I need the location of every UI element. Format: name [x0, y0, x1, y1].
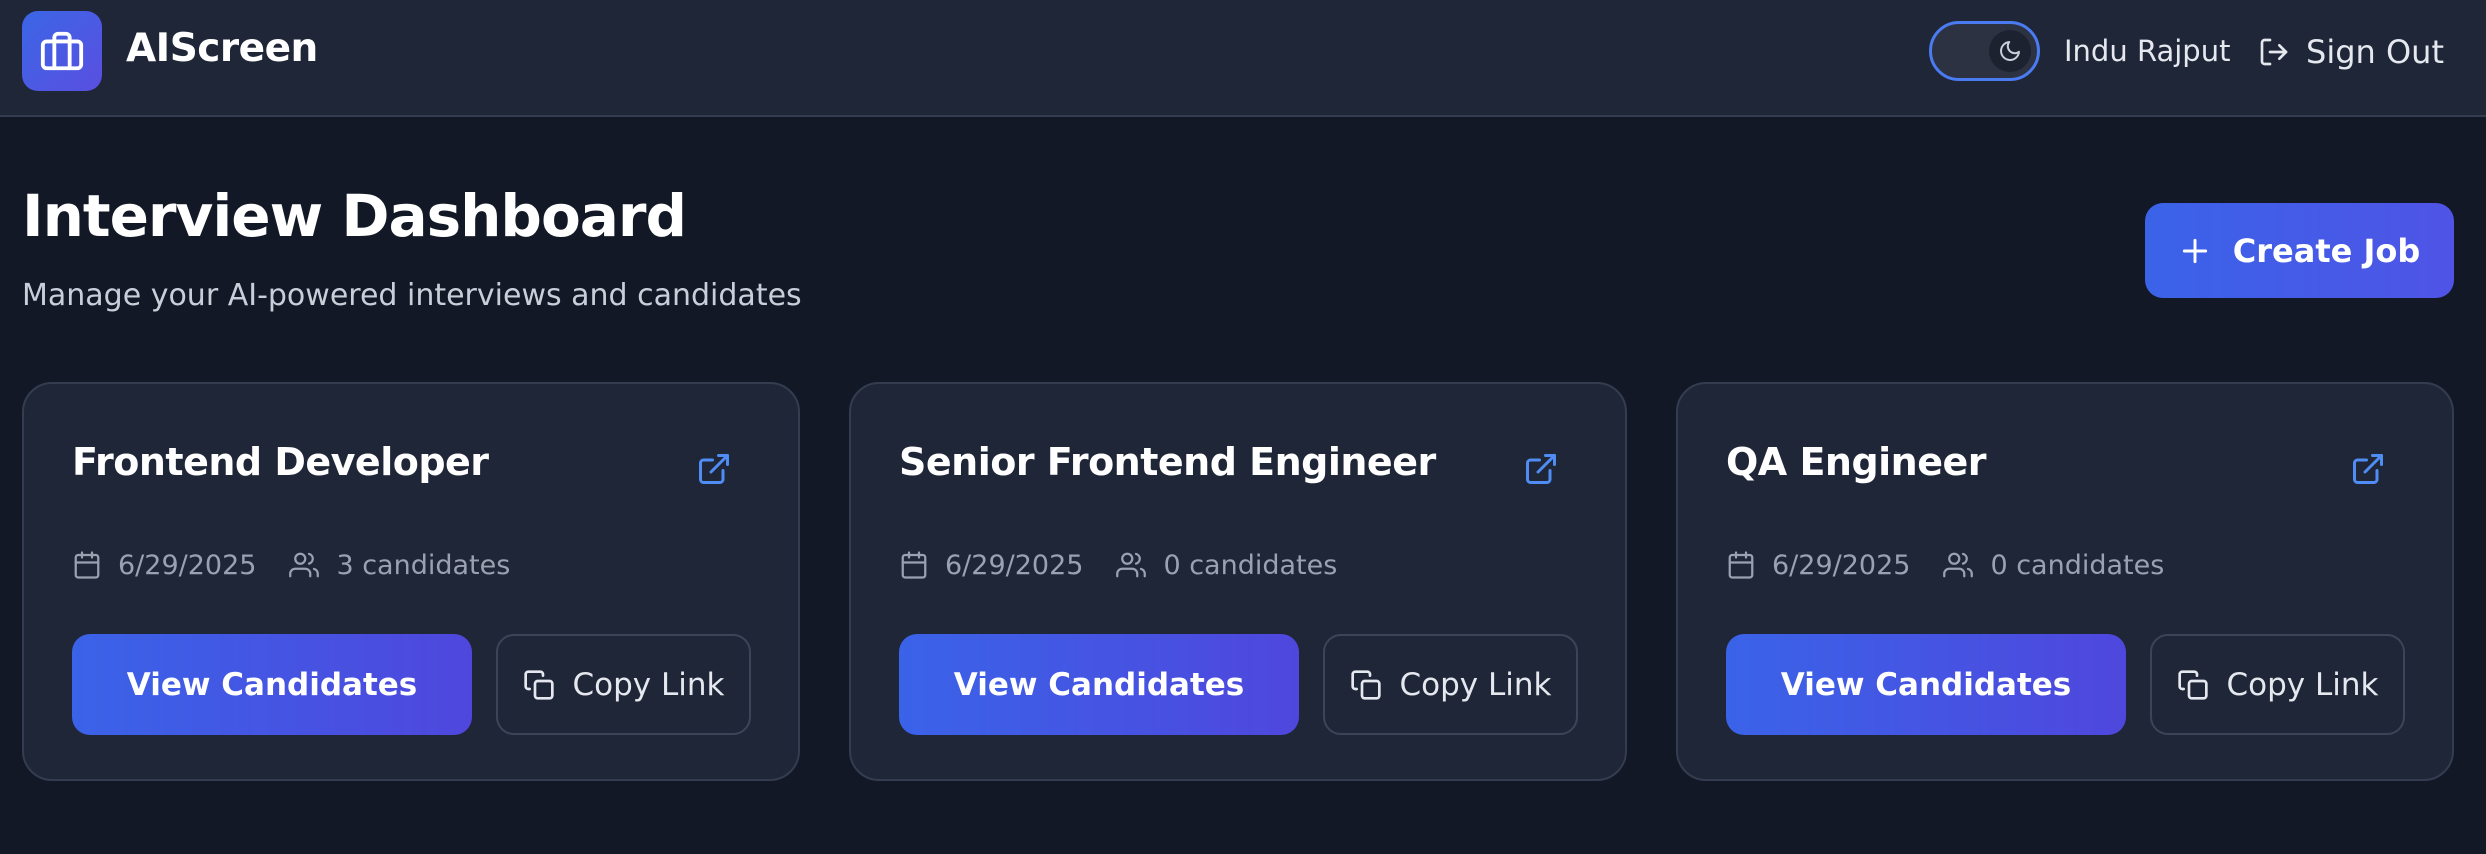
job-meta: 6/29/2025 0 candidates [1726, 545, 2164, 585]
copy-link-label: Copy Link [1399, 666, 1552, 703]
external-link-icon[interactable] [696, 451, 732, 487]
top-navbar: AIScreen Indu Rajput Sign Out [0, 0, 2486, 117]
job-date: 6/29/2025 [945, 549, 1084, 581]
external-link-icon[interactable] [1523, 451, 1559, 487]
user-name: Indu Rajput [2064, 34, 2231, 68]
sign-out-label: Sign Out [2306, 33, 2444, 71]
job-date: 6/29/2025 [1772, 549, 1911, 581]
external-link-icon[interactable] [2350, 451, 2386, 487]
page-title: Interview Dashboard [22, 182, 687, 250]
job-card: Senior Frontend Engineer 6/29/2025 0 can… [849, 382, 1627, 781]
users-icon [1116, 552, 1147, 578]
calendar-icon [901, 551, 927, 579]
job-meta: 6/29/2025 3 candidates [72, 545, 510, 585]
candidate-count: 3 candidates [336, 549, 511, 581]
job-card: QA Engineer 6/29/2025 0 candidates View [1676, 382, 2454, 781]
view-candidates-button[interactable]: View Candidates [1726, 634, 2126, 735]
job-date: 6/29/2025 [118, 549, 257, 581]
copy-icon [523, 669, 554, 700]
copy-icon [2177, 669, 2208, 700]
users-icon [1943, 552, 1974, 578]
copy-icon [1350, 669, 1381, 700]
job-card: Frontend Developer 6/29/2025 3 candidate… [22, 382, 800, 781]
copy-link-label: Copy Link [2226, 666, 2379, 703]
copy-link-button[interactable]: Copy Link [496, 634, 751, 735]
copy-link-button[interactable]: Copy Link [1323, 634, 1578, 735]
view-candidates-button[interactable]: View Candidates [899, 634, 1299, 735]
job-title: Frontend Developer [72, 440, 489, 484]
create-job-button[interactable]: Create Job [2145, 203, 2454, 298]
briefcase-icon [40, 31, 84, 71]
create-job-label: Create Job [2232, 231, 2421, 270]
app-logo[interactable] [22, 11, 102, 91]
candidate-count: 0 candidates [1163, 549, 1338, 581]
view-candidates-button[interactable]: View Candidates [72, 634, 472, 735]
theme-toggle[interactable] [1929, 21, 2040, 81]
sign-out-button[interactable]: Sign Out [2258, 26, 2444, 78]
log-out-icon [2260, 38, 2288, 66]
moon-icon [2000, 41, 2020, 61]
calendar-icon [74, 551, 100, 579]
copy-link-label: Copy Link [572, 666, 725, 703]
candidate-count: 0 candidates [1990, 549, 2165, 581]
job-meta: 6/29/2025 0 candidates [899, 545, 1337, 585]
plus-icon [2182, 238, 2207, 263]
app-title[interactable]: AIScreen [126, 26, 318, 71]
calendar-icon [1728, 551, 1754, 579]
page-subtitle: Manage your AI-powered interviews and ca… [22, 278, 802, 313]
users-icon [289, 552, 320, 578]
job-title: QA Engineer [1726, 440, 1987, 484]
toggle-knob [1989, 30, 2031, 72]
copy-link-button[interactable]: Copy Link [2150, 634, 2405, 735]
job-title: Senior Frontend Engineer [899, 440, 1436, 484]
